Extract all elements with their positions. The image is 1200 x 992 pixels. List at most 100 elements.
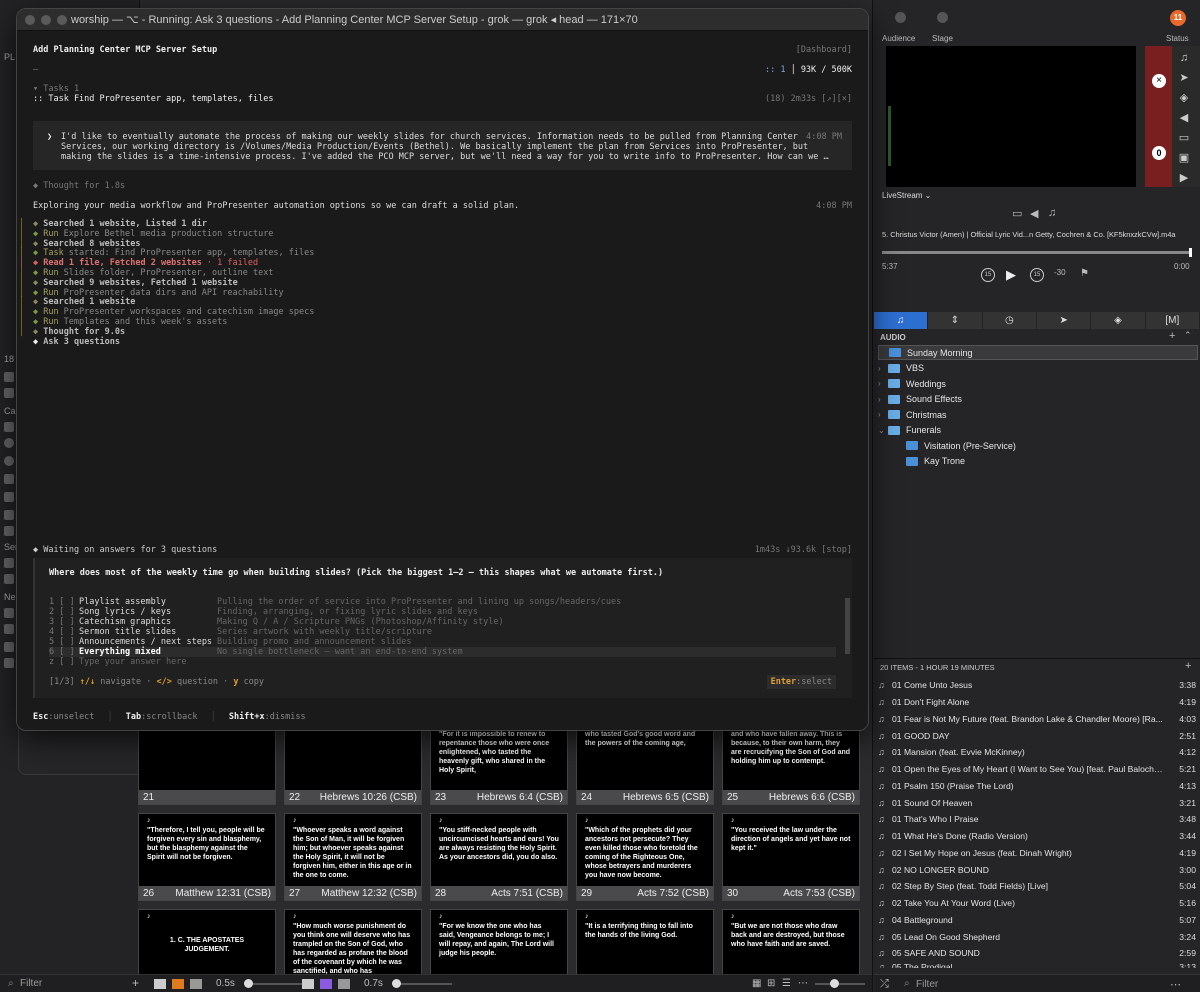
sidebar-item-icon[interactable] xyxy=(4,388,14,398)
custom-answer-row[interactable]: z [ ] Type your answer here xyxy=(49,657,836,667)
activity-row[interactable]: │ ◆ Searched 8 websites xyxy=(19,239,852,249)
chevron-icon[interactable]: › xyxy=(878,364,888,373)
song-row[interactable]: ♫ 05 The Prodigal 3:13 xyxy=(878,962,1196,968)
sidebar-item-icon[interactable] xyxy=(4,658,14,668)
sidebar-item-icon[interactable] xyxy=(4,422,14,432)
tab-props[interactable]: ⇕ xyxy=(928,312,983,329)
activity-row[interactable]: │ ◆ Run ProPresenter data dirs and API rea… xyxy=(19,288,852,298)
slide-thumbnail[interactable]: ♪ "Whoever speaks a word against the Son … xyxy=(284,813,422,901)
checker-icon[interactable] xyxy=(172,979,184,989)
chevron-icon[interactable]: ⌄ xyxy=(878,426,888,435)
slide-thumbnail[interactable]: ♪22Hebrews 10:26 (CSB) xyxy=(284,730,422,805)
answer-option[interactable]: 3 [ ] Catechism graphics Making Q / A / Sc… xyxy=(49,617,836,627)
filter-input[interactable]: Filter xyxy=(20,978,42,989)
add-playlist-button[interactable]: + xyxy=(1169,330,1175,342)
song-row[interactable]: ♫ 01 Sound Of Heaven 3:21 xyxy=(878,794,1196,811)
slider-knob[interactable] xyxy=(830,979,839,988)
tab-audio[interactable]: ♫ xyxy=(874,312,929,329)
song-row[interactable]: ♫ 01 Open the Eyes of My Heart (I Want to… xyxy=(878,761,1196,778)
activity-row[interactable]: │ ◆ Run ProPresenter workspaces and catech… xyxy=(19,307,852,317)
song-row[interactable]: ♫ 01 Don't Fight Alone 4:19 xyxy=(878,694,1196,711)
sidebar-item-icon[interactable] xyxy=(4,526,14,536)
grid-view-icon[interactable]: ▦ xyxy=(752,978,761,989)
livestream-dropdown[interactable]: LiveStream ⌄ xyxy=(882,191,931,200)
waiting-meta[interactable]: 1m43s ↓93.6k [stop] xyxy=(755,545,852,555)
answer-option[interactable]: 4 [ ] Sermon title slides Series artwork w… xyxy=(49,627,836,637)
status-badge[interactable]: 11 xyxy=(1170,10,1186,26)
song-row[interactable]: ♫ 01 Fear is Not My Future (feat. Brandon… xyxy=(878,711,1196,728)
song-row[interactable]: ♫ 01 That's Who I Praise 3:48 xyxy=(878,811,1196,828)
layout-icon[interactable] xyxy=(154,979,166,989)
library-playlist-item[interactable]: › Christmas xyxy=(878,407,1200,422)
add-button[interactable]: + xyxy=(132,976,139,990)
song-row[interactable]: ♫ 05 Lead On Good Shepherd 3:24 xyxy=(878,928,1196,945)
answer-option[interactable]: 5 [ ] Announcements / next steps Building … xyxy=(49,637,836,647)
sidebar-item-icon[interactable] xyxy=(4,510,14,520)
transition-icon[interactable] xyxy=(190,979,202,989)
song-row[interactable]: ♫ 01 Come Unto Jesus 3:38 xyxy=(878,677,1196,694)
song-row[interactable]: ♫ 01 GOOD DAY 2:51 xyxy=(878,727,1196,744)
media-layer-icon[interactable]: ▣ xyxy=(1176,152,1192,164)
clear-count-button[interactable]: 0 xyxy=(1152,146,1166,160)
slides-mode-icon[interactable]: ▭ xyxy=(1012,207,1022,220)
clear-all-button[interactable]: × xyxy=(1152,74,1166,88)
footer-key[interactable]: Esc xyxy=(33,712,48,722)
sidebar-item-icon[interactable] xyxy=(4,492,14,502)
song-row[interactable]: ♫ 02 Step By Step (feat. Todd Fields) [Li… xyxy=(878,878,1196,895)
library-playlist-item[interactable]: › Weddings xyxy=(878,376,1200,391)
send-icon[interactable]: ➤ xyxy=(1176,72,1192,84)
sidebar-item-icon[interactable] xyxy=(4,574,14,584)
chevron-icon[interactable]: › xyxy=(878,395,888,404)
layers-icon[interactable]: ◈ xyxy=(1176,92,1192,104)
slider-knob[interactable] xyxy=(392,979,401,988)
song-row[interactable]: ♫ 01 What He's Done (Radio Version) 3:44 xyxy=(878,828,1196,845)
activity-row[interactable]: │ ◆ Task started: Find ProPresenter app, t… xyxy=(19,248,852,258)
chevron-icon[interactable]: › xyxy=(878,410,888,419)
song-row[interactable]: ♫ 04 Battleground 5:07 xyxy=(878,912,1196,929)
shuffle-icon[interactable]: ⤮ xyxy=(880,978,889,991)
answer-option[interactable]: 2 [ ] Song lyrics / keys Finding, arrangin… xyxy=(49,607,836,617)
song-row[interactable]: ♫ 01 Psalm 150 (Praise The Lord) 4:13 xyxy=(878,778,1196,795)
footer-key[interactable]: Tab xyxy=(126,712,141,722)
skip-forward-15-button[interactable]: 15 xyxy=(1030,268,1044,282)
speed-slider-1[interactable] xyxy=(244,983,304,985)
dashboard-link[interactable]: [Dashboard] xyxy=(796,45,852,55)
answer-option[interactable]: 1 [ ] Playlist assembly Pulling the order … xyxy=(49,597,836,607)
more-icon[interactable]: ⋯ xyxy=(798,978,808,989)
footer-key[interactable]: Shift+x xyxy=(229,712,265,722)
list-view-icon[interactable]: ☰ xyxy=(782,978,791,989)
more-icon[interactable]: ⋯ xyxy=(1170,978,1181,991)
sidebar-item-icon[interactable] xyxy=(4,456,14,466)
custom-answer-input[interactable]: Type your answer here xyxy=(79,657,186,667)
chevron-icon[interactable]: › xyxy=(878,379,888,388)
add-song-button[interactable]: + xyxy=(1185,660,1191,672)
activity-row[interactable]: │ ◆ Searched 1 website, Listed 1 dir xyxy=(19,219,852,229)
sidebar-item-icon[interactable] xyxy=(4,438,14,448)
checker-icon[interactable] xyxy=(320,979,332,989)
tab-stage[interactable]: ◈ xyxy=(1091,312,1146,329)
tab-timers[interactable]: ◷ xyxy=(983,312,1037,329)
slide-thumbnail[interactable]: ♪ "How much worse punishment do you think… xyxy=(284,909,422,975)
marker-icon[interactable]: ⚑ xyxy=(1080,268,1089,279)
library-playlist-item[interactable]: › VBS xyxy=(878,361,1200,376)
activity-row[interactable]: │ ◆ Read 1 file, Fetched 2 websites · 1 fa… xyxy=(19,258,852,268)
song-row[interactable]: ♫ 05 SAFE AND SOUND 2:59 xyxy=(878,945,1196,962)
video-layer-icon[interactable]: ▶ xyxy=(1176,172,1192,184)
task-meta[interactable]: (18) 2m33s [↗][×] xyxy=(765,94,852,104)
slide-thumbnail[interactable]: ♪who tasted God's good word and the powe… xyxy=(576,730,714,805)
slide-thumbnail[interactable]: ♪ "You stiff-necked people with uncircumc… xyxy=(430,813,568,901)
sidebar-item-icon[interactable] xyxy=(4,474,14,484)
audience-toggle-icon[interactable] xyxy=(895,12,906,23)
stage-toggle-icon[interactable] xyxy=(937,12,948,23)
tab-macros[interactable]: [M] xyxy=(1146,312,1200,329)
activity-row[interactable]: │ ◆ Searched 1 website xyxy=(19,297,852,307)
library-playlist-item[interactable]: › Sound Effects xyxy=(878,392,1200,407)
thought-row[interactable]: ◆ Thought for 1.8s xyxy=(33,181,852,191)
audio-filter-input[interactable]: Filter xyxy=(916,979,938,990)
sidebar-item-icon[interactable] xyxy=(4,372,14,382)
sidebar-item-icon[interactable] xyxy=(4,624,14,634)
enter-select-button[interactable]: Enter:select xyxy=(766,675,836,689)
slide-thumbnail[interactable]: ♪ "For we know the one who has said, Veng… xyxy=(430,909,568,975)
options-scrollbar[interactable] xyxy=(845,598,850,654)
song-row[interactable]: ♫ 01 Mansion (feat. Evvie McKinney) 4:12 xyxy=(878,744,1196,761)
